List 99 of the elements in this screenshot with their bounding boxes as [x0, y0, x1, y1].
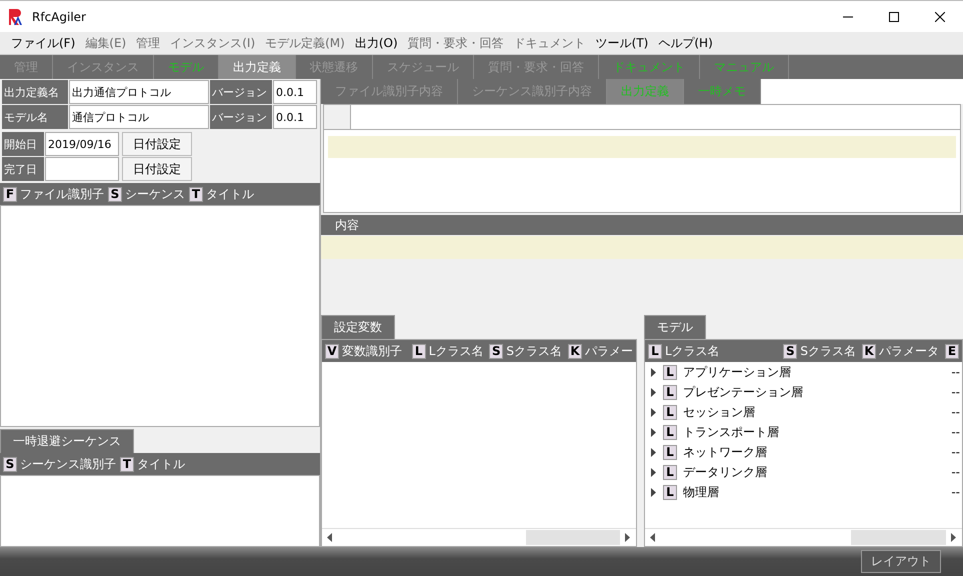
expand-icon[interactable]: [651, 368, 657, 376]
badge-icon: L: [663, 364, 677, 380]
input-field[interactable]: 0.0.1: [273, 105, 317, 129]
date-field[interactable]: 2019/09/16: [45, 132, 119, 156]
column-header[interactable]: Sクラス名: [800, 342, 856, 360]
badge-icon: K: [862, 344, 876, 358]
badge-icon: L: [648, 344, 662, 358]
column-header[interactable]: Lクラス名: [428, 342, 484, 360]
date-button[interactable]: 日付設定: [122, 132, 192, 156]
tree-label: セッション層: [683, 404, 755, 420]
date-button[interactable]: 日付設定: [122, 157, 192, 181]
badge-icon: L: [663, 464, 677, 480]
badge-icon: L: [663, 384, 677, 400]
badge-icon: T: [120, 456, 134, 472]
table-cell-text: --: [951, 405, 961, 419]
tree-row[interactable]: L トランスポート層 --: [645, 422, 962, 442]
badge-icon: S: [783, 344, 798, 358]
column-header[interactable]: タイトル: [137, 456, 185, 472]
tab[interactable]: 出力定義: [219, 55, 296, 79]
badge-icon: E: [945, 344, 959, 358]
tree-label: 物理層: [683, 484, 719, 500]
table-cell-text: --: [951, 485, 961, 499]
column-header[interactable]: シーケンス: [125, 186, 185, 202]
tree-row[interactable]: L セッション層 --: [645, 402, 962, 422]
tree-label: プレゼンテーション層: [683, 384, 803, 400]
panel-tab[interactable]: モデル: [644, 315, 706, 339]
badge-icon: S: [489, 344, 504, 358]
tree-label: データリンク層: [683, 464, 767, 480]
window-title: RfcAgiler: [32, 10, 86, 24]
maximize-icon[interactable]: [889, 12, 899, 22]
section-header: 内容: [321, 215, 963, 235]
field-label: バージョン: [210, 80, 272, 104]
panel-tab[interactable]: 設定変数: [321, 315, 395, 339]
scroll-left-icon[interactable]: [327, 533, 333, 542]
column-header[interactable]: パラメー: [585, 342, 633, 360]
badge-icon: K: [568, 344, 582, 358]
menu-item[interactable]: ファイル(F): [6, 34, 80, 52]
content-field[interactable]: [321, 236, 963, 259]
menu-item[interactable]: 出力(O): [350, 34, 403, 52]
badge-icon: L: [663, 444, 677, 460]
badge-icon: L: [663, 424, 677, 440]
field-label: モデル名: [2, 105, 68, 129]
horizontal-scrollbar[interactable]: [645, 528, 962, 546]
scroll-right-icon[interactable]: [625, 533, 631, 542]
scroll-left-icon[interactable]: [650, 533, 656, 542]
badge-icon: L: [663, 404, 677, 420]
column-header[interactable]: パラメータ: [879, 342, 939, 360]
expand-icon[interactable]: [651, 408, 657, 416]
field-label: バージョン: [210, 105, 272, 129]
close-icon[interactable]: [935, 12, 945, 22]
tree-row[interactable]: L プレゼンテーション層 --: [645, 382, 962, 402]
column-header[interactable]: 変数識別子: [342, 342, 402, 360]
menu-item[interactable]: ヘルプ(H): [653, 34, 718, 52]
column-header[interactable]: Sクラス名: [506, 342, 562, 360]
column-header[interactable]: ファイル識別子: [20, 186, 104, 202]
expand-icon[interactable]: [651, 428, 657, 436]
scrollbar-thumb[interactable]: [526, 530, 620, 545]
badge-icon: L: [663, 484, 677, 500]
tree-label: トランスポート層: [683, 424, 779, 440]
tree-row[interactable]: L データリンク層 --: [645, 462, 962, 482]
badge-icon: T: [189, 186, 203, 202]
scroll-right-icon[interactable]: [951, 533, 957, 542]
expand-icon[interactable]: [651, 468, 657, 476]
table-cell-text: --: [951, 365, 961, 379]
field-label: 完了日: [2, 157, 44, 181]
tree-label: アプリケーション層: [683, 364, 791, 380]
badge-icon: S: [108, 186, 122, 202]
input-field[interactable]: 通信プロトコル: [69, 105, 209, 129]
table-cell-text: --: [951, 445, 961, 459]
column-header[interactable]: シーケンス識別子: [20, 456, 116, 472]
badge-icon: L: [412, 344, 426, 358]
minimize-icon[interactable]: [843, 16, 853, 18]
column-header[interactable]: Lクラス名: [665, 342, 720, 360]
tree-row[interactable]: L ネットワーク層 --: [645, 442, 962, 462]
tree-row[interactable]: L 物理層 --: [645, 482, 962, 502]
expand-icon[interactable]: [651, 448, 657, 456]
horizontal-scrollbar[interactable]: [322, 528, 636, 546]
menu-item[interactable]: ツール(T): [590, 34, 654, 52]
layout-button[interactable]: レイアウト: [861, 550, 941, 573]
input-field[interactable]: 出力通信プロトコル: [69, 80, 209, 104]
expand-icon[interactable]: [651, 488, 657, 496]
badge-icon: V: [325, 344, 339, 358]
tree-label: ネットワーク層: [683, 444, 767, 460]
tree-row[interactable]: L アプリケーション層 --: [645, 362, 962, 382]
text-field[interactable]: [328, 136, 956, 158]
field-label: 開始日: [2, 132, 44, 156]
table-cell-text: --: [951, 425, 961, 439]
date-field[interactable]: [45, 157, 119, 181]
table-cell-text: --: [951, 465, 961, 479]
badge-icon: S: [3, 456, 17, 472]
table-cell-text: --: [951, 385, 961, 399]
expand-icon[interactable]: [651, 388, 657, 396]
input-field[interactable]: 0.0.1: [273, 80, 317, 104]
panel-tab[interactable]: 一時退避シーケンス: [0, 429, 134, 453]
badge-icon: F: [3, 186, 17, 202]
app-logo-icon: [8, 8, 24, 26]
column-header[interactable]: タイトル: [206, 186, 254, 202]
field-label: 出力定義名: [2, 80, 68, 104]
scrollbar-thumb[interactable]: [850, 530, 946, 545]
